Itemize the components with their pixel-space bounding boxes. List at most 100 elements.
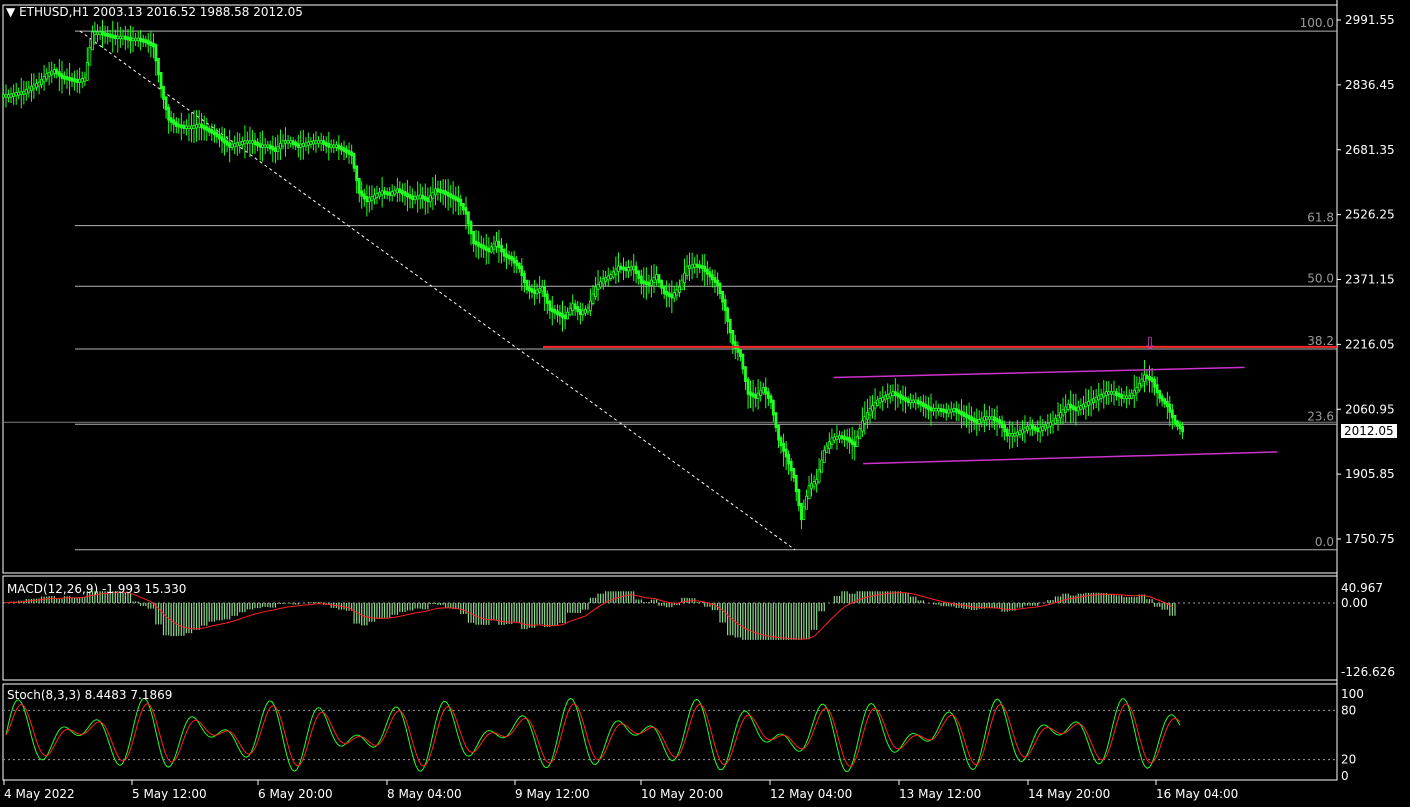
stoch-signal-segment: [1136, 727, 1141, 738]
stoch-main-segment: [860, 717, 865, 728]
stoch-main-segment: [767, 740, 771, 743]
candle-body: [543, 286, 547, 297]
candle-body: [589, 300, 592, 311]
stoch-signal-segment: [1070, 725, 1075, 729]
candle-body: [96, 31, 99, 35]
candle-body: [787, 454, 791, 465]
stoch-main-segment: [557, 726, 561, 739]
candle-body: [253, 140, 257, 145]
macd-signal-segment: [333, 604, 342, 608]
stoch-signal-segment: [134, 723, 139, 734]
stoch-signal-segment: [713, 743, 718, 753]
stoch-main-segment: [989, 704, 994, 713]
time-tick-label: 9 May 12:00: [515, 787, 590, 801]
candle-body: [220, 136, 224, 142]
stoch-main-segment: [744, 710, 748, 713]
candle-body: [418, 194, 422, 199]
candle-body: [335, 144, 338, 148]
candle-body: [873, 402, 877, 409]
stoch-signal-segment: [663, 739, 667, 746]
symbol-label: ETHUSD,H1 2003.13 2016.52 1988.58 2012.0…: [19, 5, 303, 19]
stoch-signal-segment: [38, 747, 42, 753]
candle-body: [749, 391, 752, 396]
stoch-main-segment: [908, 733, 913, 736]
stoch-main-segment: [25, 715, 30, 726]
stoch-signal-segment: [291, 757, 295, 764]
time-tick-label: 8 May 04:00: [387, 787, 462, 801]
stoch-signal-segment: [840, 747, 844, 757]
candle-body: [88, 46, 92, 66]
candle-body: [32, 84, 36, 90]
macd-signal-segment: [1019, 607, 1028, 610]
stoch-signal-segment: [1017, 748, 1022, 755]
macd-tick-label: 0.00: [1341, 596, 1368, 610]
candle-body: [601, 278, 605, 285]
stoch-main-segment: [1070, 722, 1075, 725]
stoch-signal-segment: [855, 750, 860, 759]
candle-body: [731, 329, 735, 345]
candle-body: [512, 257, 516, 264]
stoch-signal-segment: [1146, 759, 1151, 764]
stoch-main-segment: [253, 736, 257, 746]
stoch-signal-segment: [835, 729, 839, 739]
stoch-main-segment: [104, 730, 108, 738]
symbol-header[interactable]: ▼ ETHUSD,H1 2003.13 2016.52 1988.58 2012…: [6, 5, 303, 19]
stoch-signal-segment: [223, 730, 227, 733]
stoch-signal-segment: [1174, 717, 1178, 720]
candle-body: [581, 310, 585, 316]
stoch-signal-segment: [1118, 708, 1123, 716]
time-tick-label: 6 May 20:00: [258, 787, 333, 801]
stoch-main-segment: [10, 705, 15, 714]
candle-body: [75, 78, 79, 83]
stoch-signal-segment: [721, 763, 725, 766]
stoch-signal-segment: [476, 746, 480, 751]
stoch-signal-segment: [187, 723, 192, 729]
stoch-main-segment: [868, 702, 872, 706]
candle-body: [284, 140, 287, 144]
candle-body: [17, 91, 21, 96]
candle-body: [751, 392, 755, 398]
stoch-signal-segment: [132, 733, 136, 743]
candle-body: [294, 141, 298, 147]
stoch-main-segment: [579, 722, 584, 734]
stoch-signal-segment: [311, 722, 316, 731]
stoch-signal-segment: [764, 736, 768, 740]
stoch-signal-segment: [440, 710, 445, 718]
macd-signal-segment: [859, 596, 868, 600]
candle-body: [1104, 391, 1108, 396]
stoch-main-segment: [516, 716, 521, 721]
candle-body: [888, 392, 892, 398]
stoch-main-segment: [645, 725, 649, 729]
stoch-main-segment: [428, 742, 432, 754]
stoch-signal-segment: [643, 729, 647, 733]
stoch-signal-segment: [696, 704, 700, 707]
candle-body: [149, 41, 153, 47]
stoch-main-segment: [1053, 731, 1057, 735]
stoch-main-segment: [41, 758, 45, 761]
candle-body: [467, 211, 470, 225]
stoch-main-segment: [1118, 698, 1123, 703]
stoch-main-segment: [1159, 729, 1163, 739]
candle-body: [225, 140, 229, 146]
candle-body: [675, 289, 679, 296]
dropdown-triangle-icon[interactable]: ▼: [6, 5, 15, 19]
price-tick-label: 2216.05: [1345, 337, 1395, 351]
candle-body: [1140, 378, 1144, 387]
stoch-main-segment: [534, 740, 538, 750]
stoch-signal-segment: [1085, 731, 1090, 738]
stoch-main-segment: [742, 710, 746, 713]
pane-border-3: [2, 683, 1338, 781]
candle-body: [50, 70, 54, 76]
stoch-signal-segment: [331, 726, 336, 733]
stoch-main-segment: [992, 699, 996, 705]
stoch-signal-segment: [665, 745, 670, 751]
candle-body: [777, 424, 780, 441]
macd-signal-segment: [539, 624, 548, 627]
stoch-main-segment: [1149, 762, 1153, 768]
macd-signal-segment: [966, 605, 975, 608]
stoch-main-segment: [1161, 722, 1166, 730]
candle-body: [159, 71, 163, 90]
candle-body: [769, 395, 773, 403]
candle-body: [771, 399, 775, 416]
stoch-signal-segment: [104, 725, 108, 731]
